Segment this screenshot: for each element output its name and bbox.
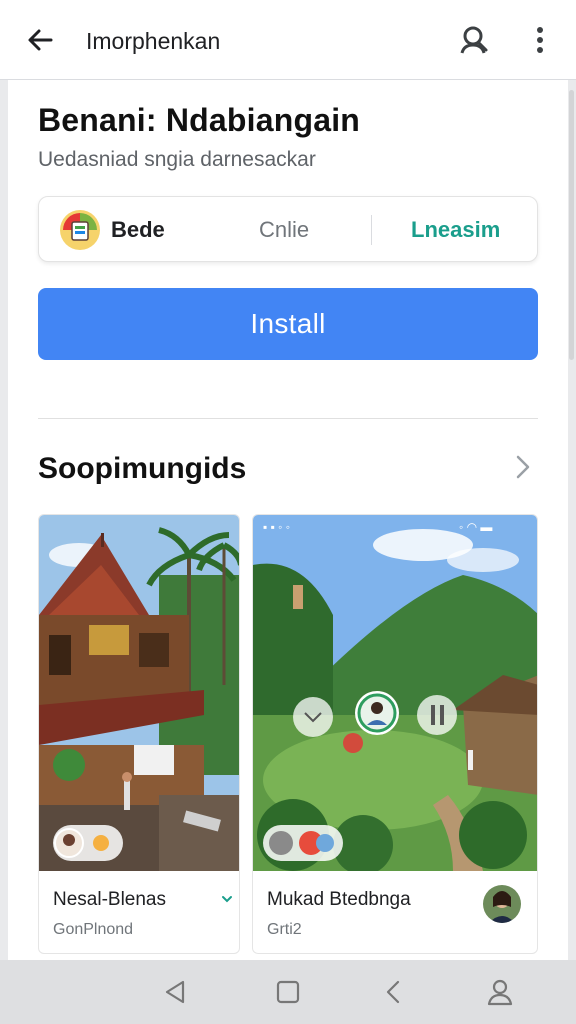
- more-options-button[interactable]: [522, 20, 558, 60]
- card-subtitle: GonPlnond: [53, 921, 134, 938]
- app-details-sheet: Benani: Ndabiangain Uedasniad sngia darn…: [8, 80, 568, 960]
- recent-chevron-icon: [386, 980, 400, 1004]
- screenshot-card-1[interactable]: Nesal-Blenas GonPlnond: [38, 514, 240, 954]
- app-subtitle: Uedasniad sngia darnesackar: [38, 148, 316, 171]
- chevron-right-icon: [516, 455, 530, 479]
- app-title: Benani: Ndabiangain: [38, 102, 361, 138]
- back-triangle-icon: [165, 980, 185, 1004]
- developer-name[interactable]: Bede: [111, 217, 165, 243]
- system-nav-bar: [0, 960, 576, 1024]
- nav-back-button[interactable]: [158, 974, 194, 1010]
- info-category: Cnlie: [259, 217, 310, 242]
- section-title: Soopimungids: [38, 452, 247, 485]
- app-info-card: Bede Cnlie Lneasim: [38, 196, 538, 262]
- info-action-link[interactable]: Lneasim: [411, 217, 500, 243]
- nav-recents-button[interactable]: [376, 974, 412, 1010]
- nav-profile-button[interactable]: [482, 974, 518, 1010]
- app-logo-icon: [59, 209, 101, 251]
- arrow-left-icon: [28, 29, 53, 51]
- app-bar: Imorphenkan: [0, 0, 576, 80]
- section-divider: [38, 418, 538, 419]
- screenshot-image-house[interactable]: [39, 515, 239, 871]
- home-square-icon: [276, 980, 300, 1004]
- card-title: Nesal-Blenas: [53, 889, 166, 910]
- info-divider: [371, 215, 372, 245]
- account-search-icon: [460, 26, 488, 54]
- account-search-button[interactable]: [454, 20, 494, 60]
- card-subtitle: Grti2: [267, 921, 302, 938]
- profile-icon: [487, 979, 513, 1006]
- svg-text:▪ ▪ ◦ ◦: ▪ ▪ ◦ ◦: [263, 520, 290, 534]
- back-button[interactable]: [20, 22, 60, 58]
- screenshot-card-2[interactable]: ▪ ▪ ◦ ◦ ◦ ◠ ▬ Mukad Btedbnga Grti2: [252, 514, 538, 954]
- avatar[interactable]: [483, 885, 521, 923]
- install-button[interactable]: Install: [38, 288, 538, 360]
- screenshot-image-garden[interactable]: ▪ ▪ ◦ ◦ ◦ ◠ ▬: [253, 515, 537, 871]
- section-more-button[interactable]: [508, 452, 538, 482]
- chevron-down-icon[interactable]: [221, 891, 233, 908]
- scrollbar[interactable]: [569, 90, 574, 360]
- more-vert-icon: [537, 27, 543, 53]
- card-title: Mukad Btedbnga: [267, 889, 411, 910]
- svg-text:◦ ◠ ▬: ◦ ◠ ▬: [459, 520, 492, 534]
- app-bar-title: Imorphenkan: [86, 28, 221, 54]
- nav-home-button[interactable]: [270, 974, 306, 1010]
